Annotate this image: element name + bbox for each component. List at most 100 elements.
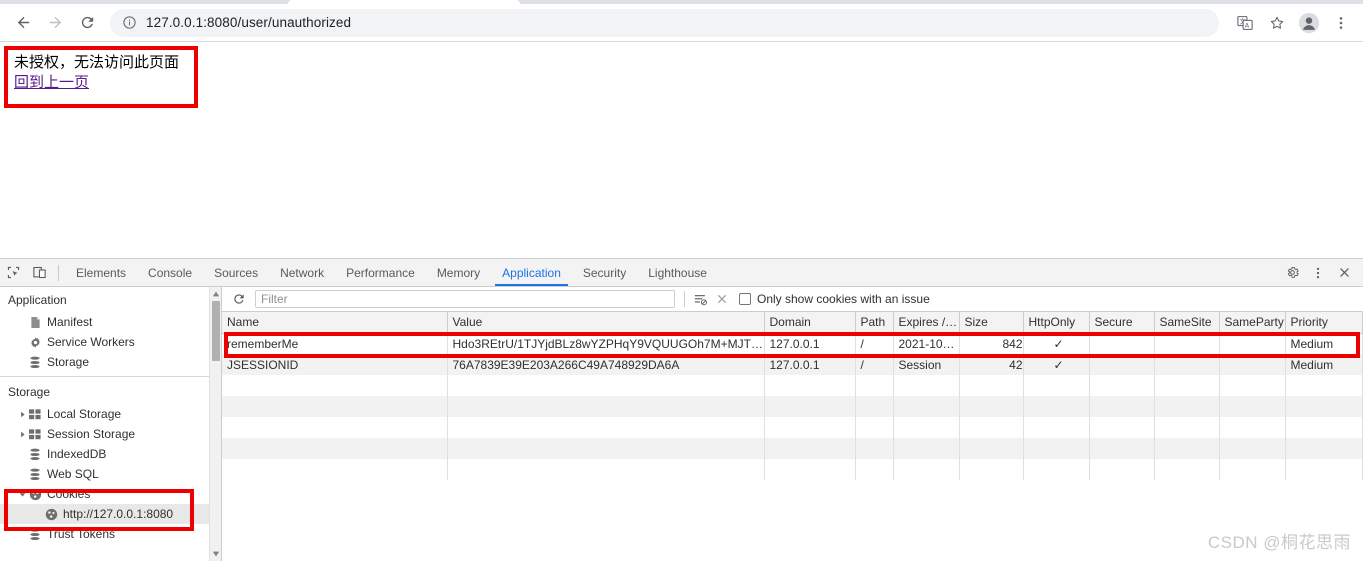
sidebar-item-label: Storage [47,355,90,369]
browser-menu-button[interactable] [1327,9,1355,37]
column-header-value[interactable]: Value [447,312,765,334]
tab-memory[interactable]: Memory [426,259,491,286]
cookies-filter-bar: Only show cookies with an issue [222,287,1363,312]
column-header-secure[interactable]: Secure [1089,312,1155,334]
tab-network[interactable]: Network [269,259,335,286]
sidebar-item-service-workers[interactable]: Service Workers [0,332,221,352]
sidebar-item-web-sql[interactable]: Web SQL [0,464,221,484]
devtools-tabbar-actions [1279,259,1363,286]
gear-icon [28,336,42,349]
profile-button[interactable] [1295,9,1323,37]
arrow-left-icon [17,16,29,29]
unauthorized-highlight-box: 未授权，无法访问此页面 回到上一页 [4,46,198,108]
issue-filter-toggle[interactable]: Only show cookies with an issue [739,292,930,306]
delete-selected-cookie-button[interactable] [711,288,733,310]
cookies-panel: Only show cookies with an issue Name Val… [222,287,1363,561]
browser-tab[interactable] [288,0,520,4]
column-header-samesite[interactable]: SameSite [1154,312,1220,334]
devtools-settings-button[interactable] [1279,265,1305,280]
inspect-element-icon [7,266,19,279]
devtools-more-button[interactable] [1305,266,1331,280]
column-header-expires[interactable]: Expires /… [893,312,960,334]
column-header-httponly[interactable]: HttpOnly [1023,312,1090,334]
back-button[interactable] [8,8,38,38]
device-toolbar-button[interactable] [26,259,52,286]
translate-button[interactable]: 文 A [1231,9,1259,37]
cell-priority: Medium [1285,333,1363,354]
page-viewport: 未授权，无法访问此页面 回到上一页 [0,42,1363,258]
toolbar-separator [58,264,59,281]
sidebar-item-manifest[interactable]: Manifest [0,312,221,332]
issue-filter-checkbox[interactable] [739,293,751,305]
cookies-filter-input[interactable] [255,290,675,308]
tab-label: Sources [214,265,259,280]
issue-filter-label: Only show cookies with an issue [757,292,930,306]
clear-list-icon [694,294,707,305]
cell-samesite [1154,333,1220,354]
cell-secure [1089,333,1155,354]
cell-domain: 127.0.0.1 [764,354,856,375]
cookies-table: Name Value Domain Path Expires /… Size H… [222,312,1363,480]
device-toolbar-icon [32,266,46,279]
cell-value: 76A7839E39E203A266C49A748929DA6A [447,354,765,375]
sidebar-item-storage[interactable]: Storage [0,352,221,372]
go-back-link[interactable]: 回到上一页 [14,73,89,93]
cookie-icon [44,508,58,521]
table-row[interactable]: JSESSIONID 76A7839E39E203A266C49A748929D… [222,354,1363,375]
site-info-icon[interactable] [122,15,137,30]
column-header-sameparty[interactable]: SameParty [1219,312,1286,334]
scroll-down-arrow-icon[interactable] [210,547,221,561]
tab-elements[interactable]: Elements [65,259,137,286]
column-header-size[interactable]: Size [959,312,1024,334]
cell-name: rememberMe [222,333,448,354]
sidebar-item-trust-tokens[interactable]: Trust Tokens [0,524,221,544]
sidebar-item-session-storage[interactable]: Session Storage [0,424,221,444]
sidebar-item-label: Local Storage [47,407,122,421]
sidebar-divider [0,376,221,377]
clear-all-cookies-button[interactable] [689,288,711,310]
sidebar-item-cookie-origin[interactable]: http://127.0.0.1:8080 [0,504,221,524]
tab-label: Memory [436,265,481,280]
table-row-empty [222,417,1363,438]
star-icon [1270,16,1284,29]
database-icon [28,468,42,481]
scrollbar-thumb[interactable] [212,301,220,361]
cell-sameparty [1219,354,1286,375]
address-bar[interactable]: 127.0.0.1:8080/user/unauthorized [110,8,1219,37]
sidebar-item-local-storage[interactable]: Local Storage [0,404,221,424]
database-icon [28,528,42,541]
table-row[interactable]: rememberMe Hdo3REtrU/1TJYjdBLz8wYZPHqY9V… [222,333,1363,354]
chevron-right-icon[interactable] [16,411,28,418]
tab-label: Performance [346,265,415,280]
tab-performance[interactable]: Performance [335,259,426,286]
chevron-right-icon[interactable] [16,431,28,438]
cell-httponly: ✓ [1023,333,1090,354]
chevron-down-icon[interactable] [16,491,28,498]
column-header-path[interactable]: Path [855,312,894,334]
sidebar-scrollbar[interactable] [209,287,221,561]
database-icon [28,356,42,369]
reload-button[interactable] [72,8,102,38]
tab-application[interactable]: Application [491,259,572,286]
devtools-close-button[interactable] [1331,265,1357,280]
sidebar-item-cookies[interactable]: Cookies [0,484,221,504]
tab-security[interactable]: Security [572,259,637,286]
tab-console[interactable]: Console [137,259,203,286]
tab-lighthouse[interactable]: Lighthouse [637,259,718,286]
tab-label: Security [582,265,627,280]
scroll-up-arrow-icon[interactable] [210,287,221,301]
column-header-name[interactable]: Name [222,312,448,334]
sidebar-item-indexeddb[interactable]: IndexedDB [0,444,221,464]
inspect-element-button[interactable] [0,259,26,286]
sidebar-section-storage: Storage [8,385,51,399]
tab-sources[interactable]: Sources [203,259,269,286]
forward-button[interactable] [40,8,70,38]
three-dot-menu-icon [1339,16,1343,29]
cell-domain: 127.0.0.1 [764,333,856,354]
close-x-icon [717,294,727,304]
column-header-domain[interactable]: Domain [764,312,856,334]
bookmark-button[interactable] [1263,9,1291,37]
column-header-priority[interactable]: Priority [1285,312,1363,334]
cell-sameparty [1219,333,1286,354]
refresh-cookies-button[interactable] [228,288,250,310]
